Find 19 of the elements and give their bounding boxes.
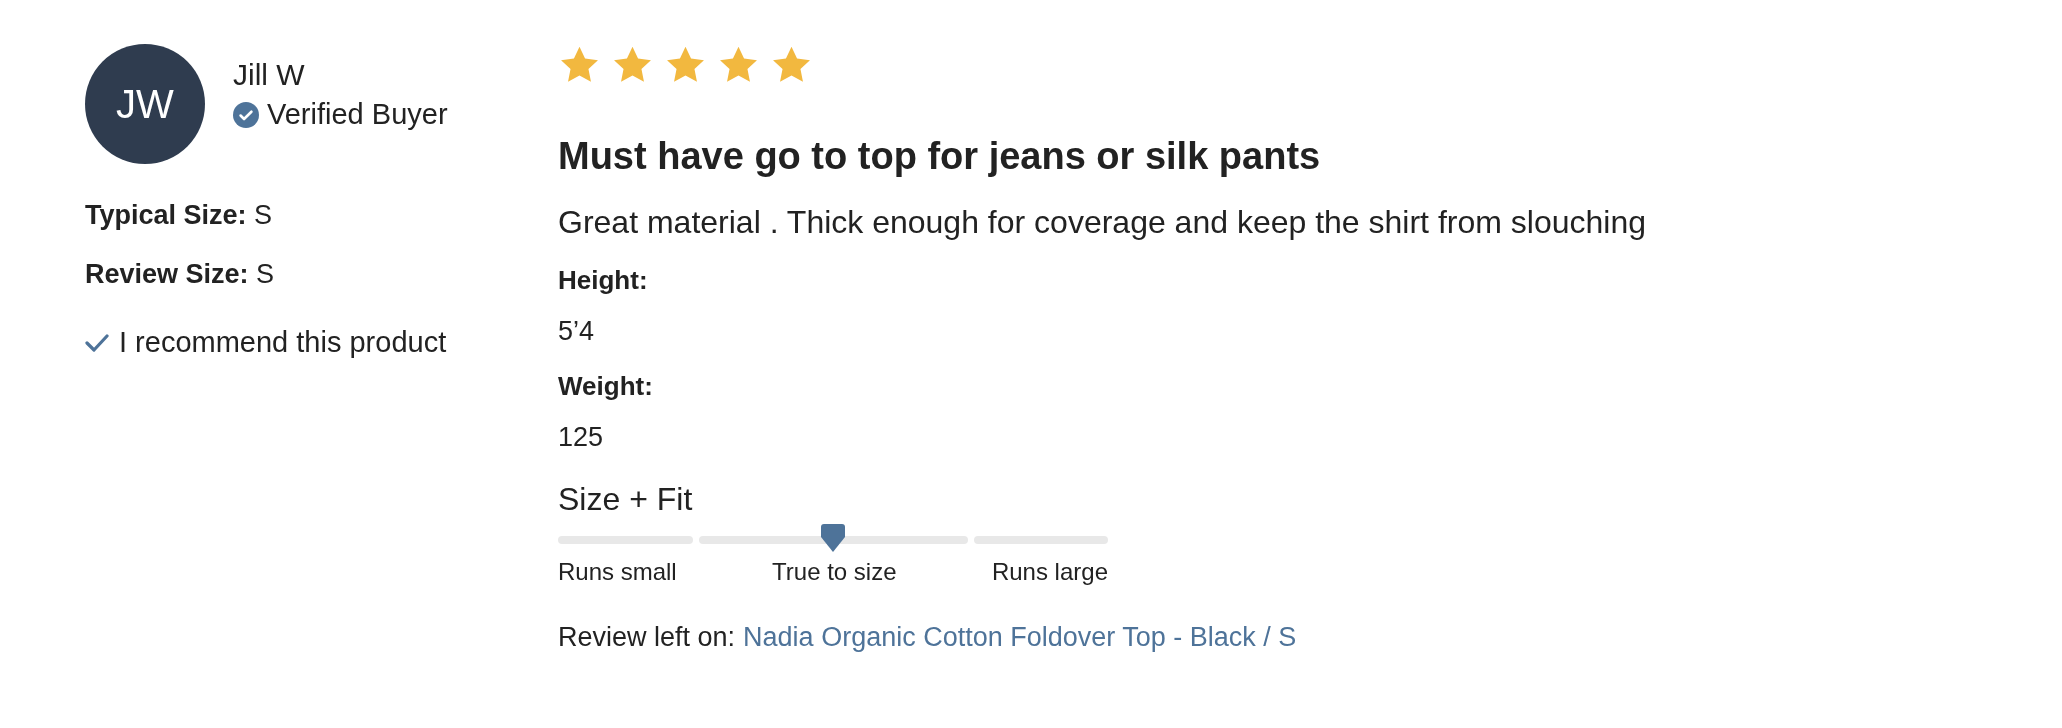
fit-label: True to size: [772, 558, 897, 586]
fit-label: Runs small: [558, 558, 677, 586]
attribute-value: 125: [558, 422, 605, 453]
attribute-value: 5’4: [558, 316, 596, 347]
review-source-label: Review left on:: [558, 622, 736, 653]
recommendation-text: I recommend this product: [119, 326, 447, 359]
size-info: Review Size: S: [85, 259, 276, 290]
fit-title: Size + Fit: [558, 481, 694, 518]
attribute-label: Height:: [558, 265, 649, 296]
size-info: Typical Size: S: [85, 200, 274, 231]
review-body: Great material . Thick enough for coverage and keep the shirt from slouching: [558, 204, 1646, 241]
avatar: JW: [85, 44, 205, 164]
verified-buyer-label: Verified Buyer: [267, 98, 448, 131]
attribute-label: Weight:: [558, 371, 654, 402]
review-title: Must have go to top for jeans or silk pants: [558, 135, 1322, 178]
product-link[interactable]: Nadia Organic Cotton Foldover Top - Black / S: [743, 622, 1297, 653]
slider-thumb[interactable]: [821, 524, 845, 552]
reviewer-name: Jill W: [233, 58, 306, 92]
fit-label: Runs large: [991, 558, 1108, 586]
